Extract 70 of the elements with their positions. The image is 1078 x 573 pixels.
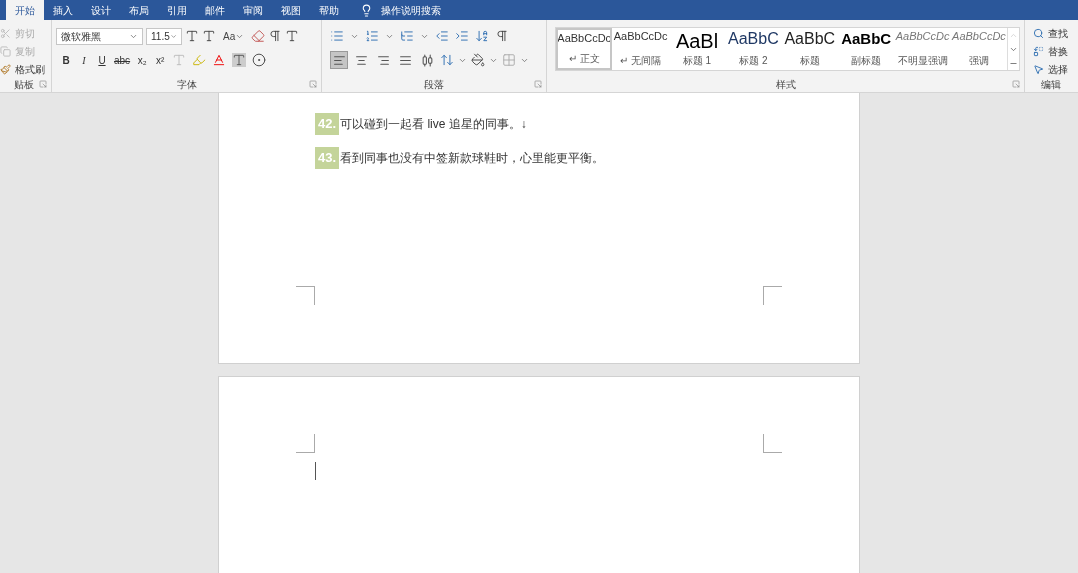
tell-me-search[interactable]: 操作说明搜索 (381, 2, 441, 18)
list-number: 42. (315, 113, 340, 135)
format-button[interactable]: x² (154, 52, 167, 68)
style-item[interactable]: AaBbCcDc 强调 (950, 28, 1008, 70)
font-color-icon[interactable] (212, 53, 227, 67)
group-label: 编辑 (1040, 78, 1062, 92)
editing-button[interactable]: 查找 (1033, 24, 1074, 42)
style-item[interactable]: AaBbCcDc ↵ 无间隔 (612, 28, 669, 70)
sort-icon[interactable] (475, 29, 489, 43)
style-item[interactable]: AaBl 标题 1 (668, 28, 726, 70)
group-label: 贴板 (13, 78, 34, 92)
multilevel-list-icon[interactable] (400, 29, 414, 43)
ribbon-tab[interactable]: 帮助 (310, 0, 348, 20)
list-item-text: 看到同事也没有中签新款球鞋时，心里能更平衡。 (340, 150, 605, 167)
group-label: 样式 (775, 78, 796, 92)
style-item[interactable]: AaBbC 标题 2 (725, 28, 782, 70)
increase-indent-icon[interactable] (455, 29, 469, 43)
numbered-list-icon[interactable] (365, 29, 379, 43)
line-spacing-icon[interactable] (440, 53, 454, 67)
copy-icon (0, 45, 11, 57)
format-button[interactable]: I (78, 52, 90, 68)
list-number: 43. (315, 147, 340, 169)
ribbon-tab[interactable]: 开始 (6, 0, 44, 20)
ribbon-tab[interactable]: 布局 (120, 0, 158, 20)
style-item[interactable]: AaBbC 副标题 (838, 28, 895, 70)
style-item[interactable]: AaBbC 标题 (781, 28, 838, 70)
lightbulb-icon[interactable] (360, 3, 373, 17)
ribbon-tab[interactable]: 邮件 (196, 0, 234, 20)
borders-icon[interactable] (502, 53, 516, 67)
margin-corner-mark (763, 434, 782, 453)
paragraph-mark-icon[interactable] (495, 29, 509, 43)
format-button[interactable]: B (60, 52, 72, 68)
highlighter-icon[interactable] (192, 53, 207, 67)
format-button[interactable]: x₂ (136, 52, 149, 68)
style-item[interactable]: AaBbCcDc 不明显强调 (894, 28, 951, 70)
format-button[interactable]: abc (114, 52, 131, 68)
text-cursor (315, 462, 316, 480)
replace-icon (1033, 45, 1044, 57)
ribbon-tab[interactable]: 设计 (82, 0, 120, 20)
group-label: 段落 (424, 78, 444, 92)
shading-icon[interactable] (232, 53, 247, 67)
ribbon-tab[interactable]: 引用 (158, 0, 196, 20)
ribbon-tab[interactable]: 视图 (272, 0, 310, 20)
editing-button[interactable]: 选择 (1033, 60, 1074, 78)
scissors-icon (0, 27, 11, 39)
margin-corner-mark (296, 434, 315, 453)
group-label: 字体 (176, 78, 197, 92)
clipboard-button[interactable]: 格式刷 (0, 60, 47, 78)
bullet-list-icon[interactable] (330, 29, 344, 43)
dialog-launcher-icon[interactable] (309, 80, 317, 88)
paint-bucket-icon[interactable] (471, 53, 485, 67)
margin-corner-mark (296, 286, 315, 305)
decrease-indent-icon[interactable] (435, 29, 449, 43)
eraser-icon[interactable] (251, 29, 266, 43)
font-name-field[interactable]: 微软雅黑 (56, 27, 143, 45)
dialog-launcher-icon[interactable] (39, 80, 47, 88)
editing-button[interactable]: 替换 (1033, 42, 1074, 60)
style-item[interactable]: AaBbCcDc ↵ 正文 (556, 28, 613, 70)
change-case-button[interactable]: Aa (219, 28, 249, 44)
dialog-launcher-icon[interactable] (534, 80, 542, 88)
search-icon (1033, 27, 1044, 39)
pointer-icon (1033, 63, 1044, 75)
ribbon-tab[interactable]: 插入 (44, 0, 82, 20)
font-size-field[interactable]: 11.5 (146, 27, 182, 45)
dialog-launcher-icon[interactable] (1012, 80, 1020, 88)
margin-corner-mark (763, 286, 782, 305)
ribbon-tab[interactable]: 审阅 (234, 0, 272, 20)
paintbrush-icon (0, 63, 11, 75)
list-item-text: 可以碰到一起看 live 追星的同事。↓ (340, 116, 527, 133)
format-button[interactable]: U (96, 52, 108, 68)
